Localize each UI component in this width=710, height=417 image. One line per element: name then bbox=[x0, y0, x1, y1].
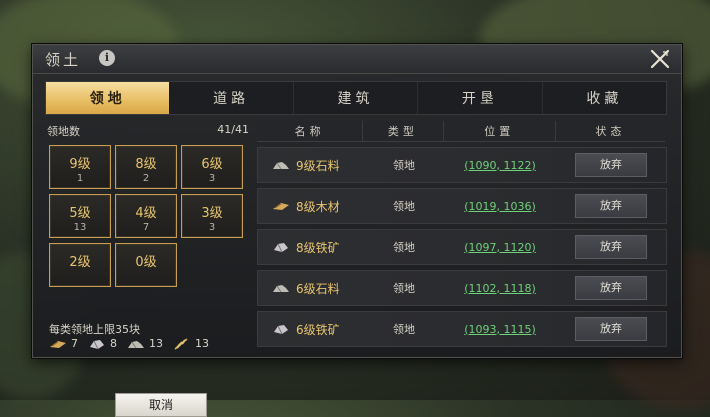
abandon-button[interactable]: 放弃 bbox=[575, 194, 647, 218]
resource-wood-value: 7 bbox=[71, 337, 78, 350]
row-name: 6级石料 bbox=[296, 281, 340, 296]
abandon-button[interactable]: 放弃 bbox=[575, 317, 647, 341]
row-status-cell: 放弃 bbox=[556, 153, 666, 177]
row-name: 8级铁矿 bbox=[296, 240, 340, 255]
level-count: 3 bbox=[208, 173, 216, 184]
stone-icon bbox=[128, 340, 144, 348]
level-cell-6[interactable]: 6级 3 bbox=[181, 145, 243, 189]
level-count: 3 bbox=[208, 222, 216, 233]
level-label: 4级 bbox=[135, 206, 157, 221]
iron-icon bbox=[90, 339, 104, 349]
resource-iron: 8 bbox=[88, 337, 117, 350]
territory-limit-text: 每类领地上限35块 bbox=[49, 323, 140, 336]
level-label: 3级 bbox=[201, 206, 223, 221]
abandon-button[interactable]: 放弃 bbox=[575, 235, 647, 259]
level-count: 13 bbox=[73, 222, 87, 233]
row-position-link[interactable]: (1090, 1122) bbox=[444, 159, 556, 172]
resource-iron-value: 8 bbox=[110, 337, 117, 350]
level-label: 9级 bbox=[69, 157, 91, 172]
row-position-link[interactable]: (1102, 1118) bbox=[444, 282, 556, 295]
row-name-cell: 9级石料 bbox=[258, 157, 364, 174]
grain-icon bbox=[174, 337, 188, 350]
territory-count-row: 领地数 41/41 bbox=[45, 121, 251, 139]
level-count: 1 bbox=[76, 173, 84, 184]
resource-wood: 7 bbox=[49, 337, 78, 350]
abandon-button[interactable]: 放弃 bbox=[575, 276, 647, 300]
row-name-cell: 6级铁矿 bbox=[258, 321, 364, 338]
level-cell-5[interactable]: 5级 13 bbox=[49, 194, 111, 238]
row-type: 领地 bbox=[393, 241, 415, 254]
row-name-cell: 6级石料 bbox=[258, 280, 364, 297]
row-position-link[interactable]: (1019, 1036) bbox=[444, 200, 556, 213]
row-position-link[interactable]: (1093, 1115) bbox=[444, 323, 556, 336]
dialog-titlebar: 领土 i bbox=[33, 45, 681, 74]
tab-roads[interactable]: 道路 bbox=[169, 82, 294, 114]
territory-list: 名称 类型 位置 状态 9级石料 领地 (1090, 1122) 放弃 8级木材… bbox=[257, 121, 669, 351]
row-name: 8级木材 bbox=[296, 199, 340, 214]
stone-icon bbox=[273, 162, 289, 170]
wood-icon bbox=[273, 203, 289, 210]
table-header: 名称 类型 位置 状态 bbox=[257, 121, 665, 142]
stone-icon bbox=[273, 285, 289, 293]
territory-count-value: 41/41 bbox=[217, 123, 249, 136]
row-name: 6级铁矿 bbox=[296, 322, 340, 337]
row-name: 9级石料 bbox=[296, 158, 340, 173]
row-type: 领地 bbox=[393, 200, 415, 213]
level-label: 0级 bbox=[135, 255, 157, 270]
table-row: 6级铁矿 领地 (1093, 1115) 放弃 bbox=[257, 311, 667, 347]
row-status-cell: 放弃 bbox=[556, 276, 666, 300]
header-position: 位置 bbox=[444, 121, 556, 141]
header-status: 状态 bbox=[595, 125, 626, 138]
cancel-button[interactable]: 取消 bbox=[115, 393, 207, 417]
level-cell-2[interactable]: 2级 bbox=[49, 243, 111, 287]
level-grid: 9级 1 8级 2 6级 3 5级 13 4级 7 3级 3 2级 0级 bbox=[49, 145, 247, 287]
abandon-button[interactable]: 放弃 bbox=[575, 153, 647, 177]
level-cell-3[interactable]: 3级 3 bbox=[181, 194, 243, 238]
row-type: 领地 bbox=[393, 323, 415, 336]
table-row: 8级木材 领地 (1019, 1036) 放弃 bbox=[257, 188, 667, 224]
level-label: 6级 bbox=[201, 157, 223, 172]
level-count: 7 bbox=[142, 222, 150, 233]
close-icon[interactable] bbox=[649, 48, 671, 70]
table-row: 8级铁矿 领地 (1097, 1120) 放弃 bbox=[257, 229, 667, 265]
level-cell-4[interactable]: 4级 7 bbox=[115, 194, 177, 238]
tab-territory[interactable]: 领地 bbox=[46, 82, 170, 114]
level-cell-8[interactable]: 8级 2 bbox=[115, 145, 177, 189]
territory-dialog: 领土 i 领地 道路 建筑 开垦 收藏 领地数 41/41 9级 1 8级 2 bbox=[32, 44, 682, 417]
tab-favorites[interactable]: 收藏 bbox=[543, 82, 666, 114]
resource-stone-value: 13 bbox=[149, 337, 163, 350]
row-status-cell: 放弃 bbox=[556, 235, 666, 259]
resource-stone: 13 bbox=[127, 337, 163, 350]
row-position-link[interactable]: (1097, 1120) bbox=[444, 241, 556, 254]
level-label: 8级 bbox=[135, 157, 157, 172]
tab-buildings[interactable]: 建筑 bbox=[294, 82, 419, 114]
resource-grain-value: 13 bbox=[195, 337, 209, 350]
level-label: 5级 bbox=[69, 206, 91, 221]
dialog-title: 领土 bbox=[45, 51, 82, 69]
territory-count-label: 领地数 bbox=[47, 125, 80, 138]
header-name: 名称 bbox=[257, 121, 364, 141]
level-count: 2 bbox=[142, 173, 150, 184]
tab-bar: 领地 道路 建筑 开垦 收藏 bbox=[45, 81, 667, 115]
row-type: 领地 bbox=[393, 282, 415, 295]
territory-summary-panel: 领地数 41/41 9级 1 8级 2 6级 3 5级 13 4级 7 3级 3… bbox=[45, 121, 251, 417]
level-cell-0[interactable]: 0级 bbox=[115, 243, 177, 287]
row-type: 领地 bbox=[393, 159, 415, 172]
row-name-cell: 8级铁矿 bbox=[258, 239, 364, 256]
row-name-cell: 8级木材 bbox=[258, 198, 364, 215]
wood-icon bbox=[50, 340, 66, 348]
level-cell-9[interactable]: 9级 1 bbox=[49, 145, 111, 189]
level-label: 2级 bbox=[69, 255, 91, 270]
table-row: 6级石料 领地 (1102, 1118) 放弃 bbox=[257, 270, 667, 306]
iron-icon bbox=[274, 325, 288, 335]
tab-reclaim[interactable]: 开垦 bbox=[418, 82, 543, 114]
header-type: 类型 bbox=[363, 121, 444, 141]
info-icon[interactable]: i bbox=[99, 50, 115, 66]
table-row: 9级石料 领地 (1090, 1122) 放弃 bbox=[257, 147, 667, 183]
resource-grain: 13 bbox=[173, 337, 209, 350]
resource-counts: 7 8 13 13 bbox=[49, 337, 249, 350]
iron-icon bbox=[274, 243, 288, 253]
row-status-cell: 放弃 bbox=[556, 317, 666, 341]
row-status-cell: 放弃 bbox=[556, 194, 666, 218]
